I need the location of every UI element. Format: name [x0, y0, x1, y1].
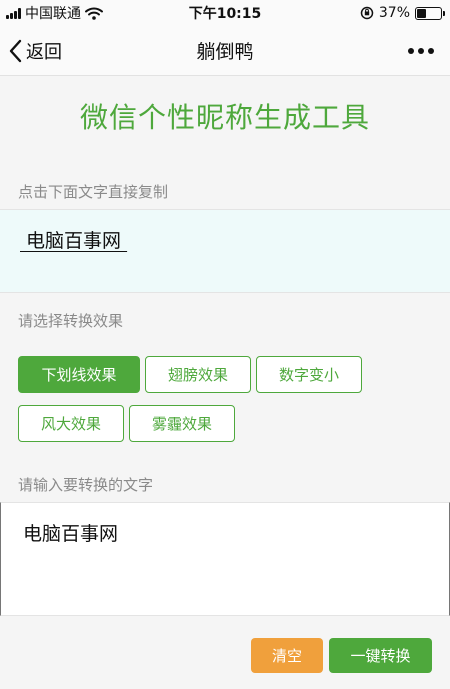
- nav-bar: 返回 躺倒鸭: [0, 26, 450, 76]
- clear-button[interactable]: 清空: [251, 638, 323, 673]
- status-bar: 中国联通 下午10:15 37%: [0, 0, 450, 26]
- text-input[interactable]: 电脑百事网: [0, 502, 450, 616]
- chevron-left-icon: [9, 39, 22, 62]
- battery-icon: [415, 6, 445, 20]
- page-title: 躺倒鸭: [196, 41, 254, 63]
- effect-small-digits-button[interactable]: 数字变小: [256, 356, 362, 393]
- result-label: 点击下面文字直接复制: [18, 183, 169, 201]
- tool-heading: 微信个性昵称生成工具: [79, 101, 370, 134]
- effects-label: 请选择转换效果: [18, 312, 124, 330]
- orientation-lock-icon: [360, 6, 374, 20]
- result-text[interactable]: 电脑百事网: [20, 230, 127, 252]
- status-right: 37%: [360, 5, 445, 21]
- effect-wings-button[interactable]: 翅膀效果: [145, 356, 251, 393]
- result-output[interactable]: 电脑百事网: [0, 209, 450, 293]
- effect-underline-button[interactable]: 下划线效果: [18, 356, 140, 393]
- convert-button[interactable]: 一键转换: [329, 638, 432, 673]
- battery-percent: 37%: [378, 5, 410, 21]
- more-dots-icon[interactable]: [408, 47, 434, 54]
- input-label: 请输入要转换的文字: [18, 476, 154, 494]
- back-label: 返回: [26, 41, 62, 63]
- battery-fill: [417, 8, 426, 18]
- effect-smog-button[interactable]: 雾霾效果: [129, 405, 235, 442]
- back-button[interactable]: 返回: [8, 38, 62, 64]
- effect-windy-button[interactable]: 风大效果: [18, 405, 124, 442]
